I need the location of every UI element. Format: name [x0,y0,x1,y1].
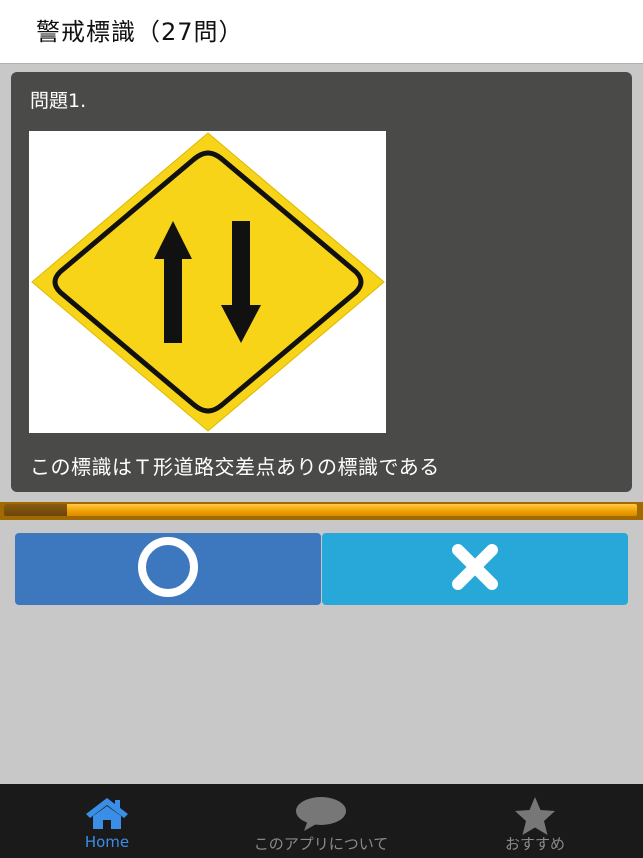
progress-bar-fill [4,504,68,516]
speech-bubble-icon [294,796,348,836]
two-way-traffic-sign-icon [31,132,385,432]
tab-about-app-label: このアプリについて [253,835,389,853]
question-card: 問題1. この標識はＴ形道路交差点ありの標識である [11,72,632,492]
answer-true-button[interactable] [15,533,321,605]
page-title: 警戒標識（27問） [36,18,244,46]
circle-icon [136,535,200,603]
tab-bar: Home このアプリについて おすすめ [0,784,643,858]
tab-about-app[interactable]: このアプリについて [214,784,428,858]
tab-recommended-label: おすすめ [504,835,565,853]
question-image [29,131,386,433]
home-icon [84,796,130,834]
answer-false-button[interactable] [322,533,628,605]
tab-recommended[interactable]: おすすめ [428,784,642,858]
cross-icon [448,540,502,598]
tab-home-label: Home [84,833,130,851]
navigation-bar: 警戒標識（27問） [0,0,643,64]
question-text: この標識はＴ形道路交差点ありの標識である [30,455,440,479]
tab-home[interactable]: Home [0,784,214,858]
progress-bar [4,504,637,516]
question-number: 問題1. [30,90,87,112]
